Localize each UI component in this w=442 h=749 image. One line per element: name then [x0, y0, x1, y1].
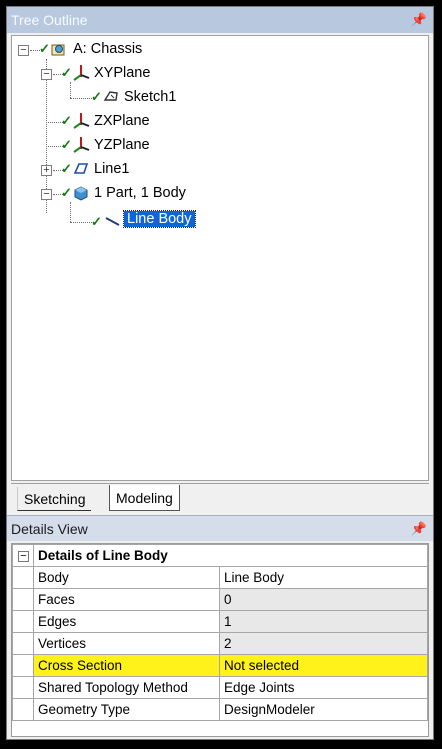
tree-node-part[interactable]: 1 Part, 1 Body — [94, 185, 186, 201]
check-icon: ✓ — [61, 137, 72, 152]
details-row: Edges 1 — [12, 610, 428, 633]
details-grid: − Details of Line Body Body Line Body Fa… — [11, 543, 429, 737]
details-row-name: Body — [33, 566, 220, 589]
line-feature-icon — [73, 163, 89, 174]
check-icon: ✓ — [61, 65, 72, 80]
part-icon — [74, 186, 88, 201]
tree-node-sketch1[interactable]: Sketch1 — [124, 89, 176, 105]
details-row-value: DesignModeler — [219, 698, 428, 721]
check-icon: ✓ — [61, 185, 72, 200]
tree-node-line1[interactable]: Line1 — [94, 161, 129, 177]
collapse-icon[interactable]: − — [41, 189, 52, 200]
pin-icon[interactable]: 📌 — [411, 521, 427, 537]
details-row: Shared Topology Method Edge Joints — [12, 676, 428, 699]
details-row: Faces 0 — [12, 588, 428, 611]
tree-node-line-body[interactable]: Line Body — [123, 210, 196, 228]
tab-modeling[interactable]: Modeling — [109, 485, 180, 511]
details-view-title: Details View — [11, 520, 88, 537]
tree-outline-header: Tree Outline 📌 — [7, 7, 433, 33]
details-row: Body Line Body — [12, 566, 428, 589]
details-row: Geometry Type DesignModeler — [12, 698, 428, 721]
tree-outline: − ✓ A: Chassis − ✓ XYPlane ✓ Sketch1 ✓ Z… — [11, 35, 429, 481]
cross-section-select[interactable]: Not selected — [219, 654, 428, 677]
plane-icon — [73, 65, 90, 81]
details-row-value[interactable]: Edge Joints — [219, 676, 428, 699]
details-row-cross-section: Cross Section Not selected — [12, 654, 428, 677]
tree-node-zxplane[interactable]: ZXPlane — [94, 113, 150, 129]
check-icon: ✓ — [61, 161, 72, 176]
details-row-name: Geometry Type — [33, 698, 220, 721]
line-body-icon — [105, 217, 120, 226]
details-row-name: Shared Topology Method — [33, 676, 220, 699]
details-row-value: 1 — [219, 610, 428, 633]
pin-icon[interactable]: 📌 — [411, 12, 427, 28]
details-row-name: Edges — [33, 610, 220, 633]
details-row-name: Faces — [33, 588, 220, 611]
tab-sketching[interactable]: Sketching — [17, 487, 92, 511]
plane-icon — [73, 137, 90, 153]
expand-icon[interactable]: + — [41, 165, 52, 176]
plane-icon — [73, 113, 90, 129]
check-icon: ✓ — [61, 113, 72, 128]
check-icon: ✓ — [39, 41, 50, 56]
details-row-name: Vertices — [33, 632, 220, 655]
details-row-name: Cross Section — [33, 654, 220, 677]
details-row: Vertices 2 — [12, 632, 428, 655]
details-row-value: 2 — [219, 632, 428, 655]
tree-node-xyplane[interactable]: XYPlane — [94, 65, 150, 81]
collapse-icon[interactable]: − — [41, 69, 52, 80]
check-icon: ✓ — [91, 89, 102, 104]
details-row-value: 0 — [219, 588, 428, 611]
tree-node-chassis[interactable]: A: Chassis — [73, 41, 142, 57]
tree-node-yzplane[interactable]: YZPlane — [94, 137, 150, 153]
details-view-header: Details View 📌 — [7, 515, 433, 541]
sketch-icon — [103, 91, 118, 101]
details-group-title: Details of Line Body — [33, 544, 428, 567]
tab-bar: Sketching Modeling — [11, 483, 429, 511]
tree-outline-title: Tree Outline — [11, 12, 88, 28]
details-group-row: − Details of Line Body — [12, 544, 428, 567]
check-icon: ✓ — [91, 214, 102, 229]
collapse-icon[interactable]: − — [18, 550, 29, 562]
details-row-value[interactable]: Line Body — [219, 566, 428, 589]
app-frame: Tree Outline 📌 − ✓ A: Chassis − ✓ XYPlan… — [6, 6, 434, 740]
model-icon — [51, 44, 65, 56]
collapse-icon[interactable]: − — [18, 45, 29, 56]
